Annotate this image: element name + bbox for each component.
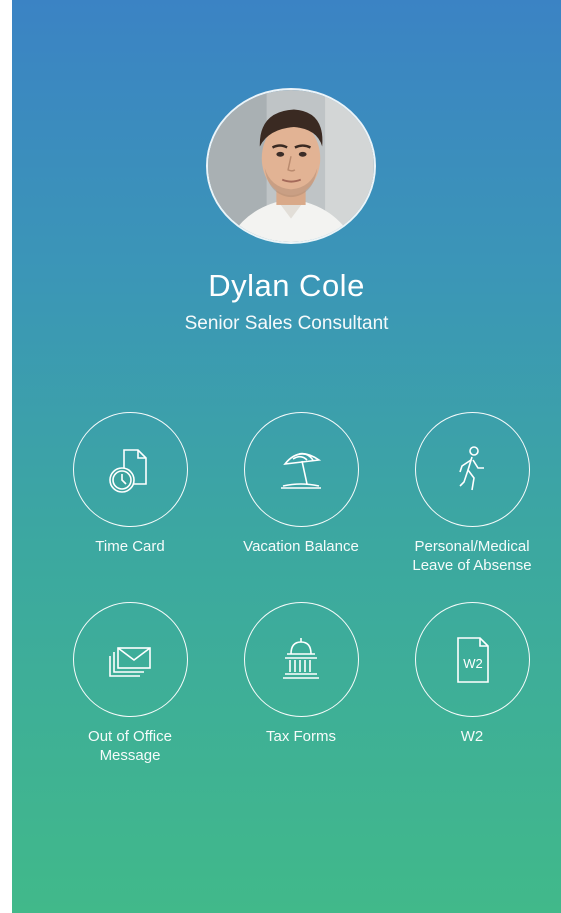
tile-label: Out of Office Message	[88, 728, 172, 764]
leave-of-absence-circle[interactable]	[414, 412, 530, 527]
government-building-icon	[283, 637, 319, 679]
profile-screen: Dylan Cole Senior Sales Consultant Time …	[12, 0, 561, 913]
tile-label: Tax Forms	[265, 728, 336, 745]
w2-icon-text: W2	[463, 656, 483, 671]
walking-person-icon	[459, 445, 484, 490]
out-of-office-circle[interactable]	[72, 602, 188, 717]
tax-forms-circle[interactable]	[243, 602, 359, 717]
tile-vacation-balance[interactable]: Vacation Balance	[221, 412, 381, 556]
vacation-balance-circle[interactable]	[243, 412, 359, 527]
profile-title: Senior Sales Consultant	[184, 313, 389, 334]
tile-leave-of-absence[interactable]: Personal/Medical Leave of Absense	[392, 412, 552, 575]
tile-tax-forms[interactable]: Tax Forms	[221, 602, 381, 746]
time-card-circle[interactable]	[72, 412, 188, 527]
tile-time-card[interactable]: Time Card	[50, 412, 210, 556]
profile-name: Dylan Cole	[208, 268, 365, 303]
tile-label: Time Card	[95, 538, 165, 555]
tile-label: W2	[460, 728, 484, 745]
beach-umbrella-icon	[281, 452, 322, 489]
tile-out-of-office[interactable]: Out of Office Message	[50, 602, 210, 765]
tile-w2[interactable]: W2 W2	[392, 602, 552, 746]
avatar-image	[208, 90, 374, 242]
w2-circle[interactable]: W2	[414, 602, 530, 717]
avatar[interactable]	[206, 88, 376, 244]
mail-stack-icon	[109, 646, 151, 677]
tile-label: Vacation Balance	[243, 538, 359, 555]
tile-label: Personal/Medical Leave of Absense	[412, 538, 532, 574]
time-card-icon	[109, 448, 147, 493]
w2-document-icon: W2	[457, 636, 489, 683]
